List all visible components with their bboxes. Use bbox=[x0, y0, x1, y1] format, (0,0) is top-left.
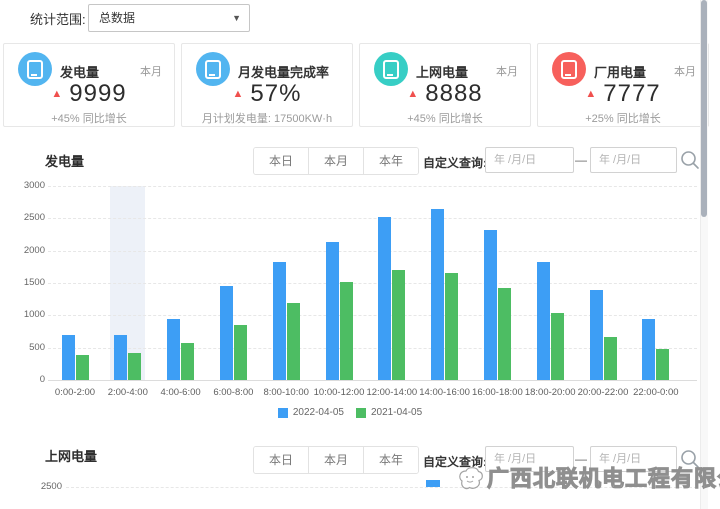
legend-label: 2021-04-05 bbox=[371, 407, 422, 418]
chart-bar[interactable] bbox=[445, 273, 458, 380]
card-period: 本月 bbox=[140, 63, 162, 79]
card-period: 本月 bbox=[496, 63, 518, 79]
chart-bar[interactable] bbox=[167, 319, 180, 380]
chart-bar[interactable] bbox=[128, 353, 141, 380]
gridline bbox=[48, 251, 697, 252]
button-today[interactable]: 本日 bbox=[254, 447, 308, 473]
legend-label: 2022-04-05 bbox=[293, 407, 344, 418]
chart-bar[interactable] bbox=[181, 343, 194, 380]
y-axis-tick: 2000 bbox=[5, 245, 45, 257]
chart-bar[interactable] bbox=[431, 209, 444, 380]
custom-query-label: 自定义查询: bbox=[423, 154, 487, 171]
chart-bar[interactable] bbox=[287, 303, 300, 380]
scrollbar-thumb[interactable] bbox=[701, 0, 707, 217]
y-axis-tick: 2500 bbox=[5, 212, 45, 224]
button-today[interactable]: 本日 bbox=[254, 148, 308, 174]
chart-bar[interactable] bbox=[604, 337, 617, 380]
card-subtitle: +45% 同比增长 bbox=[360, 110, 530, 126]
chart-bar[interactable] bbox=[220, 286, 233, 380]
card-value: 7777 bbox=[603, 80, 660, 108]
date-range-separator: — bbox=[575, 452, 587, 466]
y-axis-tick: 500 bbox=[5, 342, 45, 354]
card-subtitle: +25% 同比增长 bbox=[538, 110, 708, 126]
gridline bbox=[48, 186, 697, 187]
start-date-input[interactable] bbox=[485, 147, 574, 173]
stat-cards-row: 发电量 本月 ▲ 9999 +45% 同比增长 月发电量完成率 ▲ 57% 月计… bbox=[3, 43, 709, 127]
trend-up-icon: ▲ bbox=[233, 88, 244, 100]
chart-bar[interactable] bbox=[551, 313, 564, 380]
y-axis-tick: 1500 bbox=[5, 277, 45, 289]
chart-bar[interactable] bbox=[76, 355, 89, 380]
card-title: 发电量 bbox=[60, 62, 99, 81]
range-button-group: 本日 本月 本年 bbox=[253, 446, 419, 474]
chart-bar[interactable] bbox=[62, 335, 75, 380]
start-date-input[interactable] bbox=[485, 446, 574, 472]
chart-bar[interactable] bbox=[590, 290, 603, 380]
card-period: 本月 bbox=[674, 63, 696, 79]
search-icon[interactable] bbox=[680, 150, 700, 170]
y-axis-tick: 3000 bbox=[5, 180, 45, 192]
chart-legend: 2022-04-05 2021-04-05 bbox=[0, 407, 700, 418]
scope-select-value: 总数据 bbox=[99, 11, 135, 25]
section-title-grid: 上网电量 bbox=[45, 446, 97, 465]
stat-card-grid-energy: 上网电量 本月 ▲ 8888 +45% 同比增长 bbox=[359, 43, 531, 127]
chart-bar[interactable] bbox=[484, 230, 497, 380]
dashboard-page: 统计范围: 总数据 ▼ 发电量 本月 ▲ 9999 +45% 同比增长 月发电量… bbox=[0, 0, 720, 509]
gridline bbox=[48, 283, 697, 284]
y-axis-tick: 2500 bbox=[22, 481, 62, 492]
stat-card-generation: 发电量 本月 ▲ 9999 +45% 同比增长 bbox=[3, 43, 175, 127]
legend-swatch bbox=[356, 408, 366, 418]
button-this-year[interactable]: 本年 bbox=[363, 148, 418, 174]
button-this-year[interactable]: 本年 bbox=[363, 447, 418, 473]
chart-bar[interactable] bbox=[656, 349, 669, 380]
trend-up-icon: ▲ bbox=[585, 88, 596, 100]
chevron-down-icon: ▼ bbox=[232, 5, 241, 31]
legend-swatch bbox=[278, 408, 288, 418]
end-date-input[interactable] bbox=[590, 446, 677, 472]
chart-bar[interactable] bbox=[340, 282, 353, 380]
button-this-month[interactable]: 本月 bbox=[308, 447, 363, 473]
x-axis-label: 22:00-0:00 bbox=[624, 387, 688, 398]
generation-chart-plot: 0500100015002000250030000:00-2:002:00-4:… bbox=[0, 186, 700, 381]
trend-up-icon: ▲ bbox=[407, 88, 418, 100]
chart-bar[interactable] bbox=[498, 288, 511, 380]
custom-query-label: 自定义查询: bbox=[423, 453, 487, 470]
card-value: 8888 bbox=[425, 80, 482, 108]
card-title: 月发电量完成率 bbox=[238, 62, 329, 81]
end-date-input[interactable] bbox=[590, 147, 677, 173]
chart-bar[interactable] bbox=[642, 319, 655, 380]
gridline bbox=[48, 380, 697, 381]
card-value: 9999 bbox=[69, 80, 126, 108]
chart-bar[interactable] bbox=[114, 335, 127, 380]
scope-select[interactable]: 总数据 ▼ bbox=[88, 4, 250, 32]
card-subtitle: 月计划发电量: 17500KW·h bbox=[182, 110, 352, 126]
trend-up-icon: ▲ bbox=[51, 88, 62, 100]
range-button-group: 本日 本月 本年 bbox=[253, 147, 419, 175]
gridline bbox=[48, 218, 697, 219]
card-subtitle: +45% 同比增长 bbox=[4, 110, 174, 126]
card-title: 上网电量 bbox=[416, 62, 468, 81]
legend-item[interactable]: 2021-04-05 bbox=[356, 407, 422, 418]
chart-bar[interactable] bbox=[234, 325, 247, 380]
topbar: 统计范围: 总数据 ▼ bbox=[0, 0, 700, 42]
chart-bar[interactable] bbox=[273, 262, 286, 380]
date-range-separator: — bbox=[575, 153, 587, 167]
chart-bar[interactable] bbox=[537, 262, 550, 380]
search-icon[interactable] bbox=[680, 449, 700, 469]
card-title: 厂用电量 bbox=[594, 62, 646, 81]
stat-card-plant-use: 厂用电量 本月 ▲ 7777 +25% 同比增长 bbox=[537, 43, 709, 127]
chart-bar[interactable] bbox=[392, 270, 405, 380]
y-axis-tick: 0 bbox=[5, 374, 45, 386]
card-value: 57% bbox=[250, 80, 301, 108]
y-axis-tick: 1000 bbox=[5, 309, 45, 321]
chart-bar[interactable] bbox=[326, 242, 339, 380]
chart-bar[interactable] bbox=[426, 480, 440, 487]
stat-card-monthly-completion: 月发电量完成率 ▲ 57% 月计划发电量: 17500KW·h bbox=[181, 43, 353, 127]
chart-bar[interactable] bbox=[378, 217, 391, 380]
button-this-month[interactable]: 本月 bbox=[308, 148, 363, 174]
legend-item[interactable]: 2022-04-05 bbox=[278, 407, 344, 418]
gridline bbox=[66, 487, 697, 488]
section-title-generation: 发电量 bbox=[45, 151, 84, 170]
scope-label: 统计范围: bbox=[30, 9, 86, 28]
